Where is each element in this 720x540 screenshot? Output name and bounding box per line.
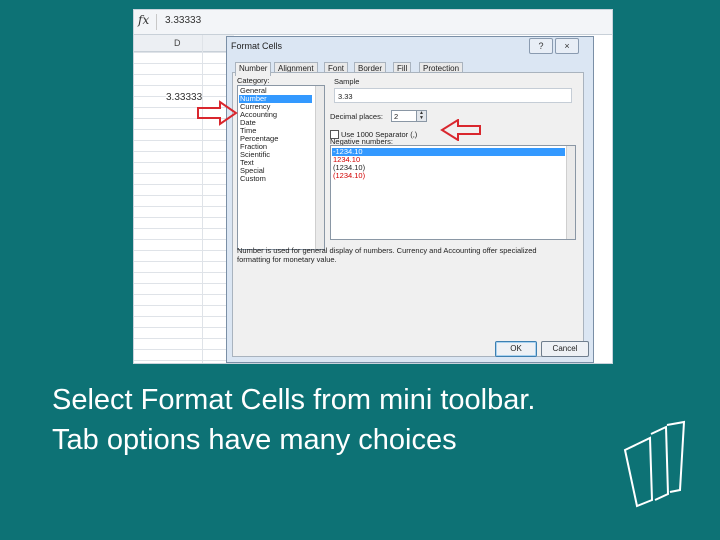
column-header-label: D xyxy=(174,38,181,48)
caption-line-1: Select Format Cells from mini toolbar. xyxy=(52,384,536,416)
formula-bar-divider xyxy=(156,14,157,30)
sample-label: Sample xyxy=(334,77,360,86)
tab-number[interactable]: Number xyxy=(235,62,272,76)
grid-column-line xyxy=(202,35,203,363)
fx-icon[interactable]: fx xyxy=(138,13,149,27)
sample-value: 3.33 xyxy=(338,92,353,101)
negative-numbers-list[interactable]: -1234.10 1234.10 (1234.10) (1234.10) xyxy=(330,145,576,240)
category-list[interactable]: General Number Currency Accounting Date … xyxy=(237,85,325,250)
ok-button[interactable]: OK xyxy=(495,341,537,357)
sample-box: 3.33 xyxy=(334,88,572,103)
help-button[interactable]: ? xyxy=(529,38,553,54)
decimal-places-value[interactable]: 2 xyxy=(394,112,398,121)
dialog-title: Format Cells xyxy=(231,41,283,51)
close-button[interactable]: × xyxy=(555,38,579,54)
negative-number-option-selected[interactable]: -1234.10 xyxy=(332,148,565,156)
formula-input[interactable]: 3.33333 xyxy=(165,15,201,26)
decimal-places-label: Decimal places: xyxy=(330,112,383,121)
negative-number-option[interactable]: (1234.10) xyxy=(333,172,365,180)
tab-panel-number: Category: General Number Currency Accoun… xyxy=(232,72,584,357)
screenshot: fx 3.33333 D 3.33333 Format Cells ? × Nu… xyxy=(133,9,613,364)
caption-line-2: Tab options have many choices xyxy=(52,424,457,456)
category-arrow-icon xyxy=(197,100,238,126)
decimal-places-stepper[interactable]: 2 ▲ ▼ xyxy=(391,110,427,122)
decimal-arrow-icon xyxy=(440,119,481,141)
column-header[interactable] xyxy=(134,35,234,52)
formula-bar: fx 3.33333 xyxy=(134,10,612,35)
negative-numbers-scrollbar[interactable] xyxy=(566,146,575,239)
decorative-bars-icon xyxy=(623,420,686,508)
cancel-button[interactable]: Cancel xyxy=(541,341,589,357)
category-scrollbar[interactable] xyxy=(315,86,324,249)
format-cells-dialog: Format Cells ? × Number Alignment Font B… xyxy=(226,36,594,363)
category-item[interactable]: Custom xyxy=(240,175,266,183)
format-description: Number is used for general display of nu… xyxy=(237,246,537,264)
category-label: Category: xyxy=(237,76,270,85)
stepper-arrows-icon[interactable]: ▲ ▼ xyxy=(416,111,426,121)
